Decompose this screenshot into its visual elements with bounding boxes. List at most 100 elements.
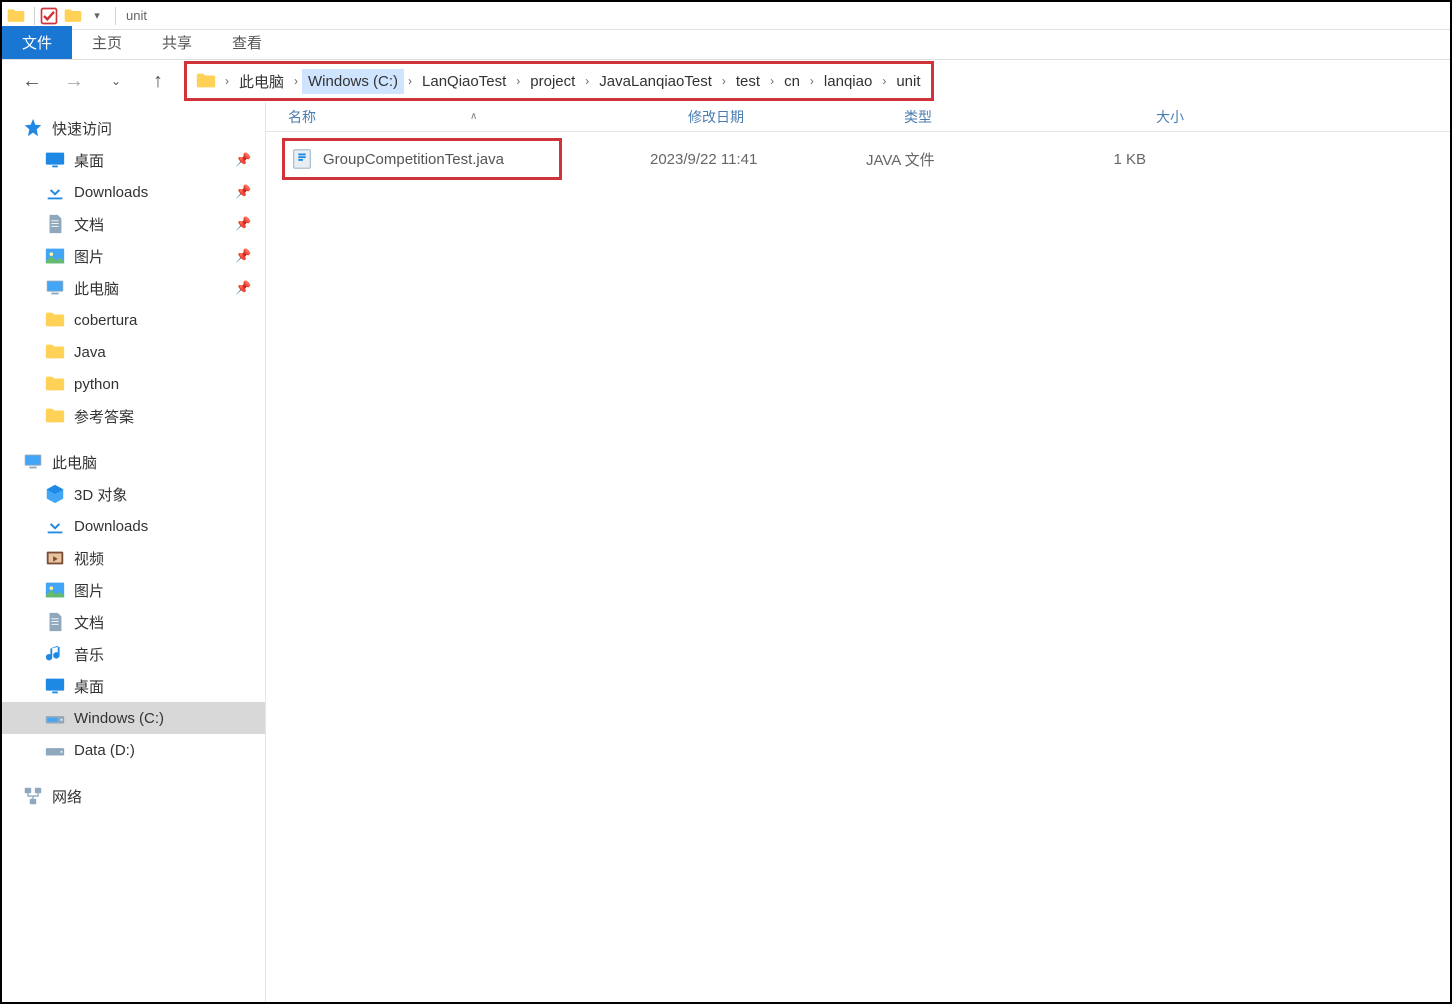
pin-icon: 📌 bbox=[235, 184, 251, 200]
folder-icon bbox=[44, 405, 66, 427]
picture-icon bbox=[44, 245, 66, 267]
sidebar-item-videos[interactable]: 视频 bbox=[2, 542, 265, 574]
sidebar-item-this-pc[interactable]: 此电脑 📌 bbox=[2, 272, 265, 304]
separator bbox=[34, 7, 35, 25]
separator bbox=[115, 7, 116, 25]
pin-icon: 📌 bbox=[235, 152, 251, 168]
breadcrumb[interactable]: › 此电脑 › Windows (C:) › LanQiaoTest › pro… bbox=[191, 66, 927, 96]
java-file-icon bbox=[291, 148, 313, 170]
ribbon-tab-view[interactable]: 查看 bbox=[212, 26, 282, 59]
chevron-right-icon[interactable]: › bbox=[512, 74, 524, 88]
download-icon bbox=[44, 181, 66, 203]
pin-icon: 📌 bbox=[235, 280, 251, 296]
breadcrumb-item-javalanqiaotest[interactable]: JavaLanqiaoTest bbox=[593, 69, 718, 94]
file-type: JAVA 文件 bbox=[866, 149, 1046, 170]
chevron-right-icon[interactable]: › bbox=[878, 74, 890, 88]
breadcrumb-item-windows-c[interactable]: Windows (C:) bbox=[302, 69, 404, 94]
sidebar-item-desktop[interactable]: 桌面 📌 bbox=[2, 144, 265, 176]
navigation-pane[interactable]: 快速访问 桌面 📌 Downloads 📌 文档 📌 图片 📌 此电脑 📌 bbox=[2, 102, 266, 1002]
sidebar-item-downloads[interactable]: Downloads 📌 bbox=[2, 176, 265, 208]
file-highlight-box: GroupCompetitionTest.java bbox=[282, 138, 562, 180]
folder-icon bbox=[44, 309, 66, 331]
sidebar-network[interactable]: 网络 bbox=[2, 780, 265, 812]
chevron-right-icon[interactable]: › bbox=[404, 74, 416, 88]
drive-icon bbox=[44, 707, 66, 729]
drive-icon bbox=[44, 739, 66, 761]
breadcrumb-item-cn[interactable]: cn bbox=[778, 69, 806, 94]
chevron-right-icon[interactable]: › bbox=[806, 74, 818, 88]
ribbon-tab-home[interactable]: 主页 bbox=[72, 26, 142, 59]
dropdown-icon[interactable]: ▾ bbox=[87, 6, 107, 26]
main-area: 快速访问 桌面 📌 Downloads 📌 文档 📌 图片 📌 此电脑 📌 bbox=[2, 102, 1450, 1002]
breadcrumb-item-lanqiao[interactable]: lanqiao bbox=[818, 69, 878, 94]
document-icon bbox=[44, 213, 66, 235]
picture-icon bbox=[44, 579, 66, 601]
ribbon-tabs: 文件 主页 共享 查看 bbox=[2, 30, 1450, 60]
star-icon bbox=[22, 117, 44, 139]
recent-locations-dropdown[interactable]: ⌄ bbox=[100, 65, 132, 97]
breadcrumb-item-unit[interactable]: unit bbox=[890, 69, 926, 94]
sidebar-item-music[interactable]: 音乐 bbox=[2, 638, 265, 670]
pin-icon: 📌 bbox=[235, 216, 251, 232]
sidebar-this-pc[interactable]: 此电脑 bbox=[2, 446, 265, 478]
sidebar-item-pictures-2[interactable]: 图片 bbox=[2, 574, 265, 606]
sidebar-item-data-d[interactable]: Data (D:) bbox=[2, 734, 265, 766]
file-size: 1 KB bbox=[1046, 151, 1146, 168]
download-icon bbox=[44, 515, 66, 537]
file-name: GroupCompetitionTest.java bbox=[323, 151, 504, 168]
folder-icon bbox=[6, 6, 26, 26]
window-title: unit bbox=[126, 8, 147, 23]
folder-small-icon[interactable] bbox=[63, 6, 83, 26]
breadcrumb-item-project[interactable]: project bbox=[524, 69, 581, 94]
column-header-size[interactable]: 大小 bbox=[1084, 107, 1184, 127]
video-icon bbox=[44, 547, 66, 569]
sidebar-item-windows-c[interactable]: Windows (C:) bbox=[2, 702, 265, 734]
folder-icon bbox=[195, 70, 217, 92]
column-label-name: 名称 bbox=[288, 107, 316, 127]
pin-icon: 📌 bbox=[235, 248, 251, 264]
breadcrumb-item-lanqiaotest[interactable]: LanQiaoTest bbox=[416, 69, 512, 94]
breadcrumb-highlight-box: › 此电脑 › Windows (C:) › LanQiaoTest › pro… bbox=[184, 61, 934, 101]
computer-icon bbox=[22, 451, 44, 473]
chevron-right-icon[interactable]: › bbox=[290, 74, 302, 88]
column-header-date[interactable]: 修改日期 bbox=[688, 107, 904, 127]
sidebar-item-python[interactable]: python bbox=[2, 368, 265, 400]
sidebar-item-java[interactable]: Java bbox=[2, 336, 265, 368]
sidebar-item-answers[interactable]: 参考答案 bbox=[2, 400, 265, 432]
network-icon bbox=[22, 785, 44, 807]
sort-ascending-icon: ∧ bbox=[470, 111, 477, 122]
ribbon-tab-share[interactable]: 共享 bbox=[142, 26, 212, 59]
desktop-icon bbox=[44, 675, 66, 697]
document-icon bbox=[44, 611, 66, 633]
sidebar-item-downloads-2[interactable]: Downloads bbox=[2, 510, 265, 542]
forward-button[interactable]: → bbox=[58, 65, 90, 97]
sidebar-item-desktop-2[interactable]: 桌面 bbox=[2, 670, 265, 702]
desktop-icon bbox=[44, 149, 66, 171]
breadcrumb-item-this-pc[interactable]: 此电脑 bbox=[233, 67, 290, 96]
chevron-right-icon[interactable]: › bbox=[718, 74, 730, 88]
ribbon-tab-file[interactable]: 文件 bbox=[2, 26, 72, 59]
sidebar-quick-access[interactable]: 快速访问 bbox=[2, 112, 265, 144]
column-header-name[interactable]: 名称 ∧ bbox=[288, 107, 688, 127]
music-icon bbox=[44, 643, 66, 665]
file-row[interactable]: GroupCompetitionTest.java 2023/9/22 11:4… bbox=[266, 142, 1450, 176]
address-bar: ← → ⌄ ↑ › 此电脑 › Windows (C:) › LanQiaoTe… bbox=[2, 60, 1450, 102]
sidebar-item-pictures[interactable]: 图片 📌 bbox=[2, 240, 265, 272]
file-date: 2023/9/22 11:41 bbox=[650, 151, 866, 168]
chevron-right-icon[interactable]: › bbox=[766, 74, 778, 88]
folder-icon bbox=[44, 341, 66, 363]
sidebar-item-documents[interactable]: 文档 📌 bbox=[2, 208, 265, 240]
sidebar-item-3d-objects[interactable]: 3D 对象 bbox=[2, 478, 265, 510]
up-button[interactable]: ↑ bbox=[142, 65, 174, 97]
chevron-right-icon[interactable]: › bbox=[581, 74, 593, 88]
checkmark-icon[interactable] bbox=[39, 6, 59, 26]
sidebar-item-documents-2[interactable]: 文档 bbox=[2, 606, 265, 638]
chevron-right-icon[interactable]: › bbox=[221, 74, 233, 88]
column-header-type[interactable]: 类型 bbox=[904, 107, 1084, 127]
3d-icon bbox=[44, 483, 66, 505]
computer-icon bbox=[44, 277, 66, 299]
breadcrumb-item-test[interactable]: test bbox=[730, 69, 766, 94]
column-headers[interactable]: 名称 ∧ 修改日期 类型 大小 bbox=[266, 102, 1450, 132]
back-button[interactable]: ← bbox=[16, 65, 48, 97]
sidebar-item-cobertura[interactable]: cobertura bbox=[2, 304, 265, 336]
